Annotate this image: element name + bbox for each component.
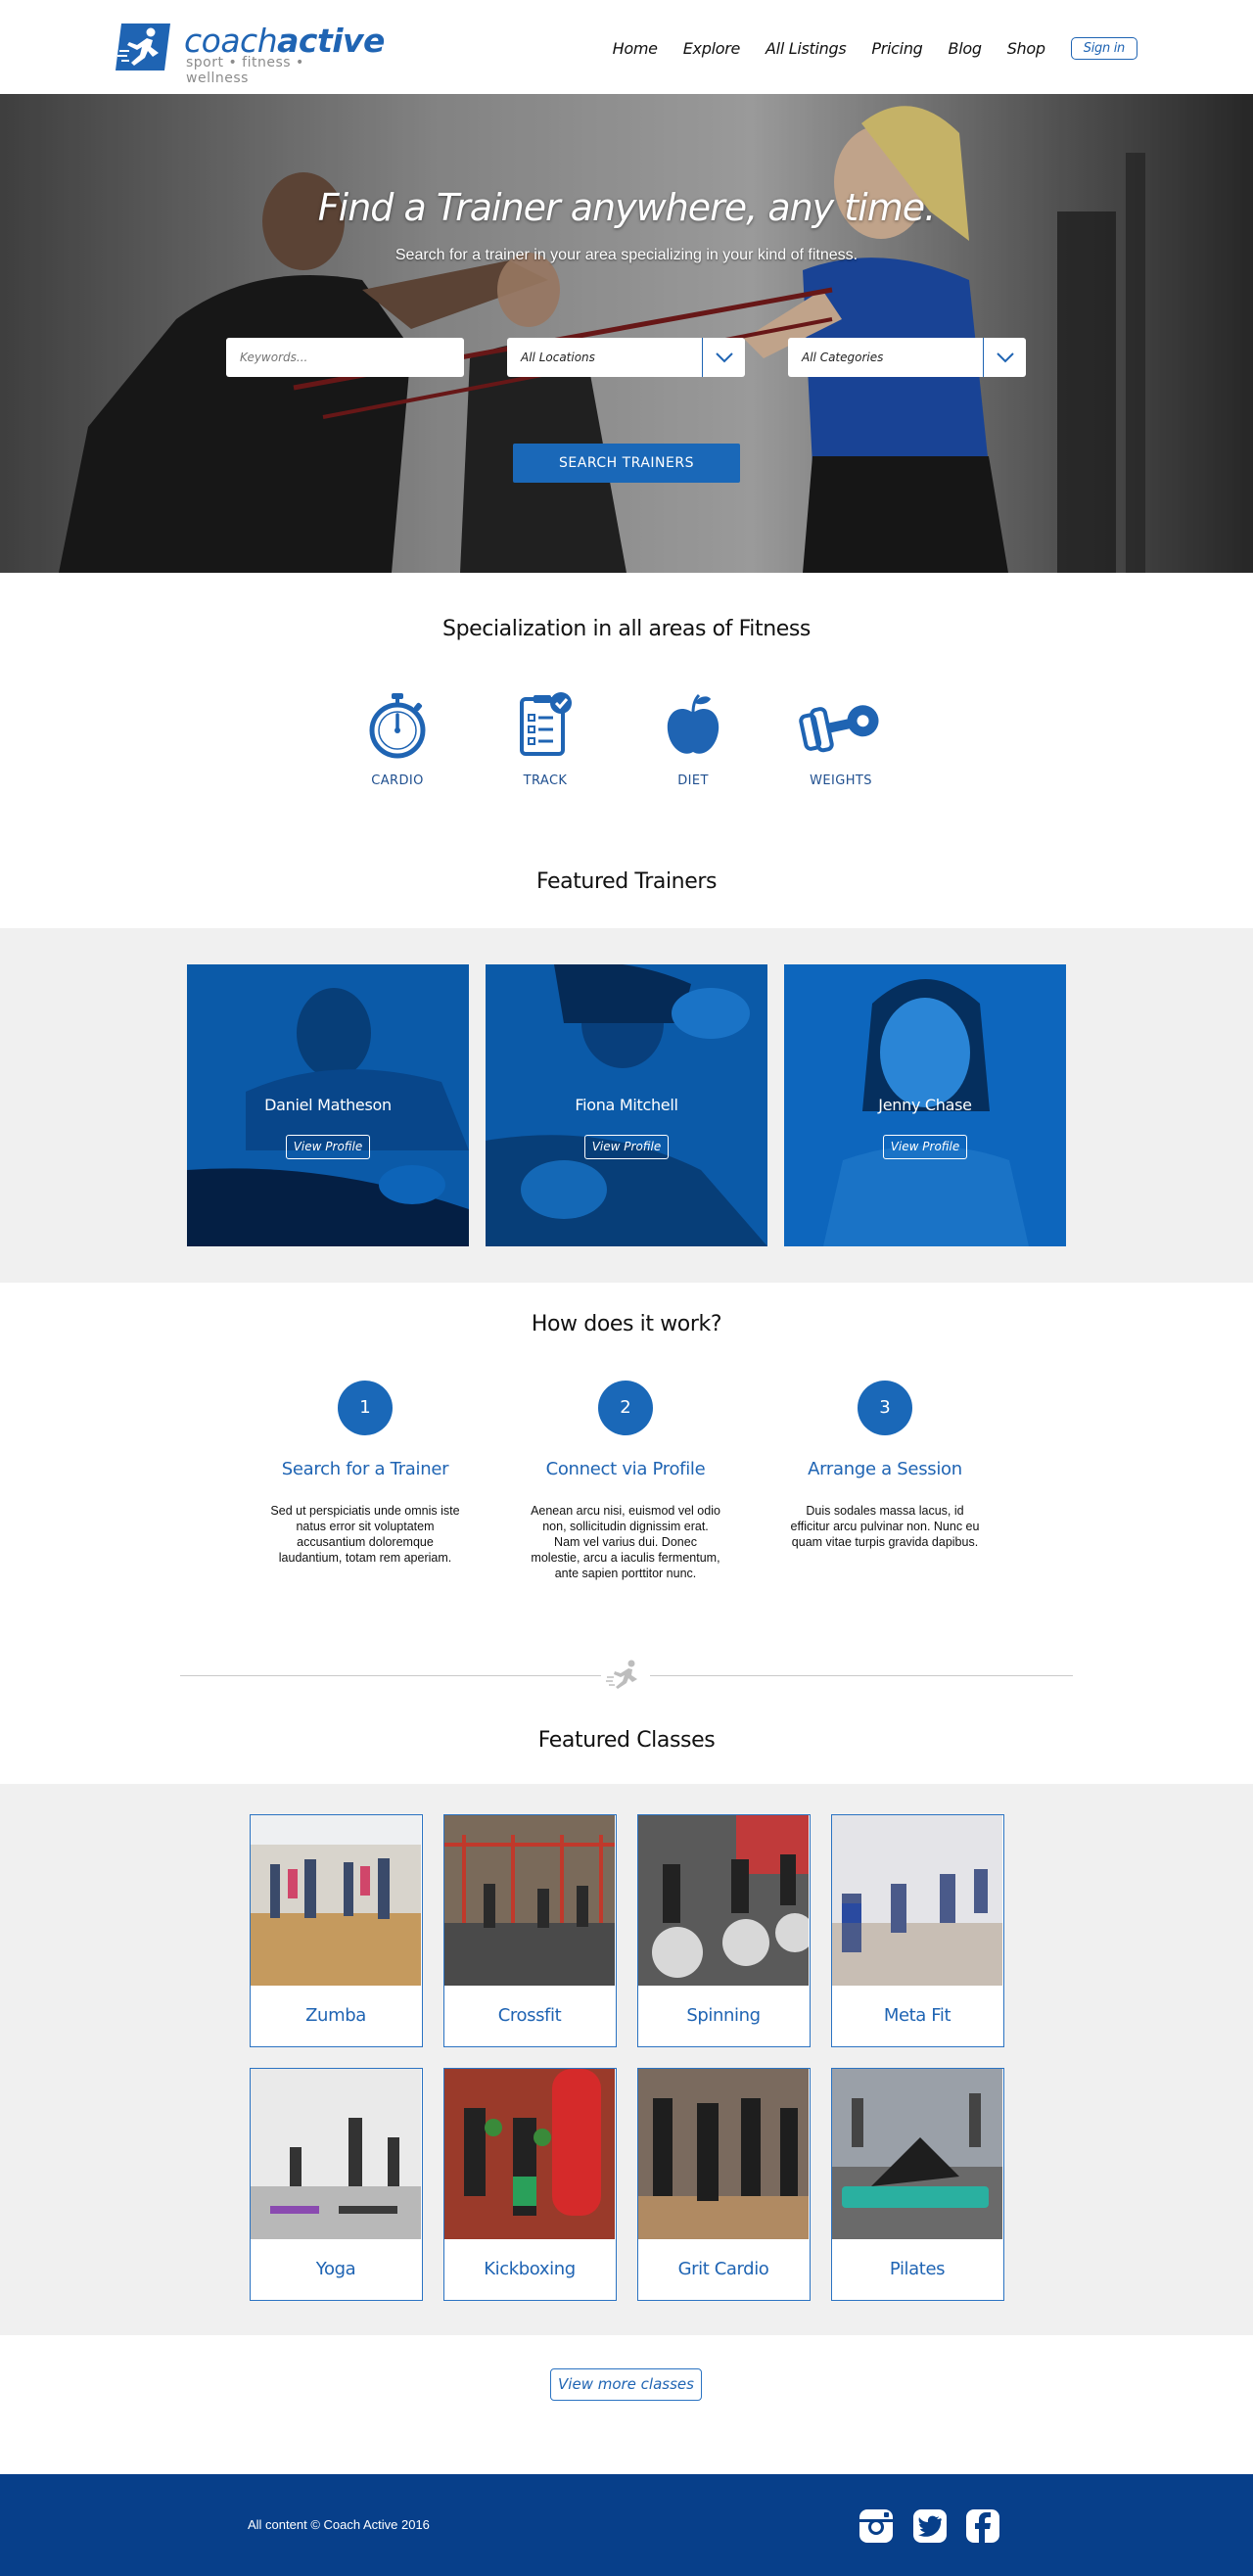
dumbbell-icon — [799, 705, 879, 753]
category-select-value: All Categories — [802, 351, 884, 364]
apple-icon — [667, 693, 719, 754]
main-nav: Home Explore All Listings Pricing Blog S… — [613, 37, 1137, 60]
specialization-title: Specialization in all areas of Fitness — [442, 617, 811, 641]
logo[interactable]: coachactive sport • fitness • wellness — [116, 22, 385, 86]
class-label: Meta Fit — [883, 2005, 951, 2026]
step-title: Search for a Trainer — [281, 1459, 449, 1479]
class-card-grit-cardio[interactable]: Grit Cardio — [637, 2068, 811, 2301]
how-it-works-title: How does it work? — [531, 1312, 722, 1336]
trainer-card[interactable]: Jenny Chase View Profile — [784, 964, 1066, 1246]
trainer-name: Daniel Matheson — [264, 1096, 392, 1114]
step-number: 3 — [858, 1381, 912, 1435]
copyright-text: All content © Coach Active 2016 — [248, 2517, 430, 2532]
spec-label: DIET — [677, 773, 709, 788]
class-photo — [444, 1815, 615, 1986]
spec-label: CARDIO — [371, 773, 424, 788]
spec-weights[interactable]: WEIGHTS — [777, 691, 905, 788]
class-card-zumba[interactable]: Zumba — [250, 1814, 423, 2047]
location-select[interactable]: All Locations — [507, 338, 745, 377]
nav-explore[interactable]: Explore — [683, 39, 741, 58]
class-card-spinning[interactable]: Spinning — [637, 1814, 811, 2047]
hero-background-image — [0, 94, 1253, 573]
instagram-icon[interactable] — [858, 2507, 895, 2545]
twitter-icon[interactable] — [911, 2507, 949, 2545]
class-label: Spinning — [686, 2005, 761, 2026]
site-header: coachactive sport • fitness • wellness H… — [0, 0, 1253, 94]
step-title: Connect via Profile — [545, 1459, 706, 1479]
step-title: Arrange a Session — [808, 1459, 962, 1479]
class-label: Crossfit — [497, 2005, 562, 2026]
trainer-name: Fiona Mitchell — [575, 1096, 678, 1114]
location-select-value: All Locations — [521, 351, 595, 364]
page: coachactive sport • fitness • wellness H… — [0, 0, 1253, 2576]
class-photo — [251, 2069, 421, 2239]
class-label: Zumba — [305, 2005, 366, 2026]
class-photo — [638, 2069, 809, 2239]
divider-line — [650, 1675, 1073, 1676]
hero-subtitle: Search for a trainer in your area specia… — [394, 247, 859, 263]
spec-track[interactable]: TRACK — [482, 691, 609, 788]
class-card-crossfit[interactable]: Crossfit — [443, 1814, 617, 2047]
view-profile-button[interactable]: View Profile — [584, 1135, 669, 1159]
nav-blog[interactable]: Blog — [949, 39, 982, 58]
step-item: 1 Search for a Trainer Sed ut perspiciat… — [248, 1381, 483, 1566]
keywords-input[interactable] — [226, 338, 464, 377]
featured-trainers-title: Featured Trainers — [535, 869, 718, 894]
nav-home[interactable]: Home — [613, 39, 658, 58]
featured-classes-title: Featured Classes — [537, 1728, 716, 1753]
step-item: 3 Arrange a Session Duis sodales massa l… — [767, 1381, 1002, 1550]
logo-tagline: sport • fitness • wellness — [186, 55, 304, 86]
class-label: Kickboxing — [484, 2259, 576, 2279]
class-label: Grit Cardio — [677, 2259, 769, 2279]
hero-banner: Find a Trainer anywhere, any time. Searc… — [0, 94, 1253, 573]
class-photo — [638, 1815, 809, 1986]
spec-label: WEIGHTS — [810, 773, 872, 788]
class-card-kickboxing[interactable]: Kickboxing — [443, 2068, 617, 2301]
class-label: Yoga — [315, 2259, 356, 2279]
spec-label: TRACK — [523, 773, 568, 788]
stopwatch-icon — [369, 693, 426, 759]
class-card-meta-fit[interactable]: Meta Fit — [831, 1814, 1004, 2047]
class-photo — [444, 2069, 615, 2239]
nav-all-listings[interactable]: All Listings — [766, 39, 847, 58]
class-photo — [832, 2069, 1002, 2239]
hero-title: Find a Trainer anywhere, any time. — [317, 186, 936, 229]
trainer-card[interactable]: Daniel Matheson View Profile — [187, 964, 469, 1246]
step-text: Aenean arcu nisi, euismod vel odio non, … — [531, 1504, 720, 1580]
classes-band — [0, 1784, 1253, 2335]
search-trainers-button[interactable]: SEARCH TRAINERS — [513, 444, 740, 483]
step-number: 2 — [598, 1381, 653, 1435]
checklist-icon — [520, 692, 572, 756]
step-text: Sed ut perspiciatis unde omnis iste natu… — [270, 1504, 460, 1565]
view-profile-button[interactable]: View Profile — [286, 1135, 370, 1159]
nav-shop[interactable]: Shop — [1007, 39, 1045, 58]
class-photo — [832, 1815, 1002, 1986]
category-select[interactable]: All Categories — [788, 338, 1026, 377]
trainer-card[interactable]: Fiona Mitchell View Profile — [486, 964, 767, 1246]
runner-divider-icon — [606, 1660, 637, 1689]
class-label: Pilates — [889, 2259, 946, 2279]
step-item: 2 Connect via Profile Aenean arcu nisi, … — [508, 1381, 743, 1581]
chevron-down-icon — [702, 338, 745, 377]
class-card-pilates[interactable]: Pilates — [831, 2068, 1004, 2301]
class-photo — [251, 1815, 421, 1986]
facebook-icon[interactable] — [964, 2507, 1001, 2545]
runner-logo-icon — [116, 23, 170, 70]
spec-cardio[interactable]: CARDIO — [334, 691, 461, 788]
sign-in-button[interactable]: Sign in — [1070, 37, 1137, 60]
spec-diet[interactable]: DIET — [629, 691, 757, 788]
site-footer: All content © Coach Active 2016 — [0, 2474, 1253, 2576]
trainer-name: Jenny Chase — [878, 1096, 972, 1114]
divider-line — [180, 1675, 601, 1676]
view-profile-button[interactable]: View Profile — [883, 1135, 967, 1159]
view-more-classes-button[interactable]: View more classes — [550, 2368, 702, 2401]
step-number: 1 — [338, 1381, 393, 1435]
class-card-yoga[interactable]: Yoga — [250, 2068, 423, 2301]
step-text: Duis sodales massa lacus, id efficitur a… — [790, 1504, 980, 1549]
chevron-down-icon — [983, 338, 1026, 377]
nav-pricing[interactable]: Pricing — [871, 39, 922, 58]
